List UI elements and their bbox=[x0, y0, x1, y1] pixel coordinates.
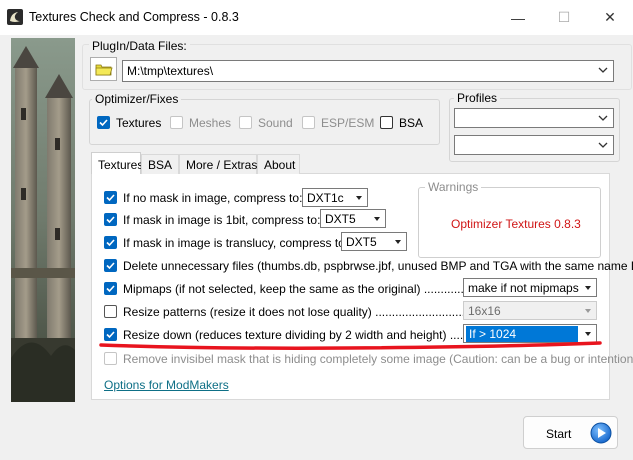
meshes-option-label: Meshes bbox=[189, 116, 232, 130]
minimize-button[interactable]: — bbox=[495, 0, 541, 35]
bsa-option-label: BSA bbox=[399, 116, 424, 130]
mask-1bit-compression-combobox[interactable]: DXT5 bbox=[320, 209, 386, 228]
resize-patterns-combobox[interactable]: 16x16 bbox=[463, 301, 597, 320]
meshes-checkbox[interactable] bbox=[170, 116, 183, 129]
options-for-modmakers-link[interactable]: Options for ModMakers bbox=[104, 378, 229, 392]
esp-esm-option-label: ESP/ESM bbox=[321, 116, 375, 130]
remove-invisible-mask-label: Remove invisibel mask that is hiding com… bbox=[123, 352, 633, 366]
plugin-path-value: M:\tmp\textures\ bbox=[127, 64, 214, 78]
profiles-title: Profiles bbox=[454, 91, 501, 105]
maximize-button[interactable]: ☐ bbox=[541, 0, 587, 35]
tab-more-extras[interactable]: More / Extras bbox=[179, 154, 257, 174]
chevron-down-icon bbox=[395, 240, 401, 244]
checkmark-icon bbox=[106, 262, 115, 270]
tab-about[interactable]: About bbox=[257, 154, 300, 174]
folder-icon bbox=[95, 64, 113, 76]
play-arrow-icon bbox=[590, 422, 612, 444]
resize-patterns-checkbox[interactable] bbox=[104, 305, 117, 318]
chevron-down-icon bbox=[585, 309, 591, 313]
plugin-path-combobox[interactable]: M:\tmp\textures\ bbox=[122, 60, 614, 82]
chevron-down-icon bbox=[356, 196, 362, 200]
warnings-title: Warnings bbox=[425, 180, 482, 194]
chevron-down-icon bbox=[598, 142, 608, 148]
bsa-checkbox[interactable] bbox=[380, 116, 393, 129]
app-icon bbox=[7, 9, 23, 25]
mask-translucy-label: If mask in image is translucy, compress … bbox=[123, 236, 349, 250]
no-mask-compression-combobox[interactable]: DXT1c bbox=[302, 188, 368, 207]
optimizer-title: Optimizer/Fixes bbox=[92, 92, 182, 106]
sound-option-label: Sound bbox=[258, 116, 293, 130]
mipmaps-mode-combobox[interactable]: make if not mipmaps bbox=[463, 278, 597, 297]
tab-textures[interactable]: Textures bbox=[91, 152, 143, 174]
chevron-down-icon bbox=[585, 332, 591, 336]
checkmark-icon bbox=[106, 239, 115, 247]
no-mask-label: If no mask in image, compress to: bbox=[123, 191, 303, 205]
chevron-down-icon bbox=[598, 115, 608, 121]
chevron-down-icon bbox=[598, 67, 608, 73]
delete-unnecessary-checkbox[interactable] bbox=[104, 259, 117, 272]
checkmark-icon bbox=[106, 216, 115, 224]
profiles-combobox-1[interactable] bbox=[454, 108, 614, 128]
mask-1bit-checkbox[interactable] bbox=[104, 213, 117, 226]
checkmark-icon bbox=[106, 194, 115, 202]
delete-unnecessary-label: Delete unnecessary files (thumbs.db, psp… bbox=[123, 259, 633, 273]
textures-option-label: Textures bbox=[116, 116, 162, 130]
textures-checkbox[interactable] bbox=[97, 116, 110, 129]
open-folder-button[interactable] bbox=[90, 57, 117, 81]
checkmark-icon bbox=[99, 119, 108, 127]
no-mask-checkbox[interactable] bbox=[104, 191, 117, 204]
tab-bsa[interactable]: BSA bbox=[141, 154, 179, 174]
start-button-label: Start bbox=[546, 427, 572, 441]
start-button[interactable]: Start bbox=[523, 416, 618, 449]
mask-translucy-checkbox[interactable] bbox=[104, 236, 117, 249]
window-title: Textures Check and Compress - 0.8.3 bbox=[29, 10, 239, 24]
chevron-down-icon bbox=[374, 217, 380, 221]
esp-esm-checkbox[interactable] bbox=[302, 116, 315, 129]
resize-patterns-label: Resize patterns (resize it does not lose… bbox=[123, 305, 463, 319]
sound-checkbox[interactable] bbox=[239, 116, 252, 129]
close-button[interactable]: ✕ bbox=[587, 0, 633, 35]
castle-side-image bbox=[11, 38, 75, 402]
plugin-label: PlugIn/Data Files: bbox=[89, 39, 190, 53]
warnings-message: Optimizer Textures 0.8.3 bbox=[451, 217, 581, 231]
profiles-combobox-2[interactable] bbox=[454, 135, 614, 155]
mipmaps-checkbox[interactable] bbox=[104, 282, 117, 295]
red-annotation-underline bbox=[99, 341, 602, 350]
checkmark-icon bbox=[106, 285, 115, 293]
mask-1bit-label: If mask in image is 1bit, compress to: bbox=[123, 213, 321, 227]
mask-translucy-compression-combobox[interactable]: DXT5 bbox=[341, 232, 407, 251]
title-bar: Textures Check and Compress - 0.8.3 — ☐ … bbox=[0, 0, 633, 35]
mipmaps-label: Mipmaps (if not selected, keep the same … bbox=[123, 282, 463, 296]
chevron-down-icon bbox=[585, 286, 591, 290]
remove-invisible-mask-checkbox[interactable] bbox=[104, 352, 117, 365]
